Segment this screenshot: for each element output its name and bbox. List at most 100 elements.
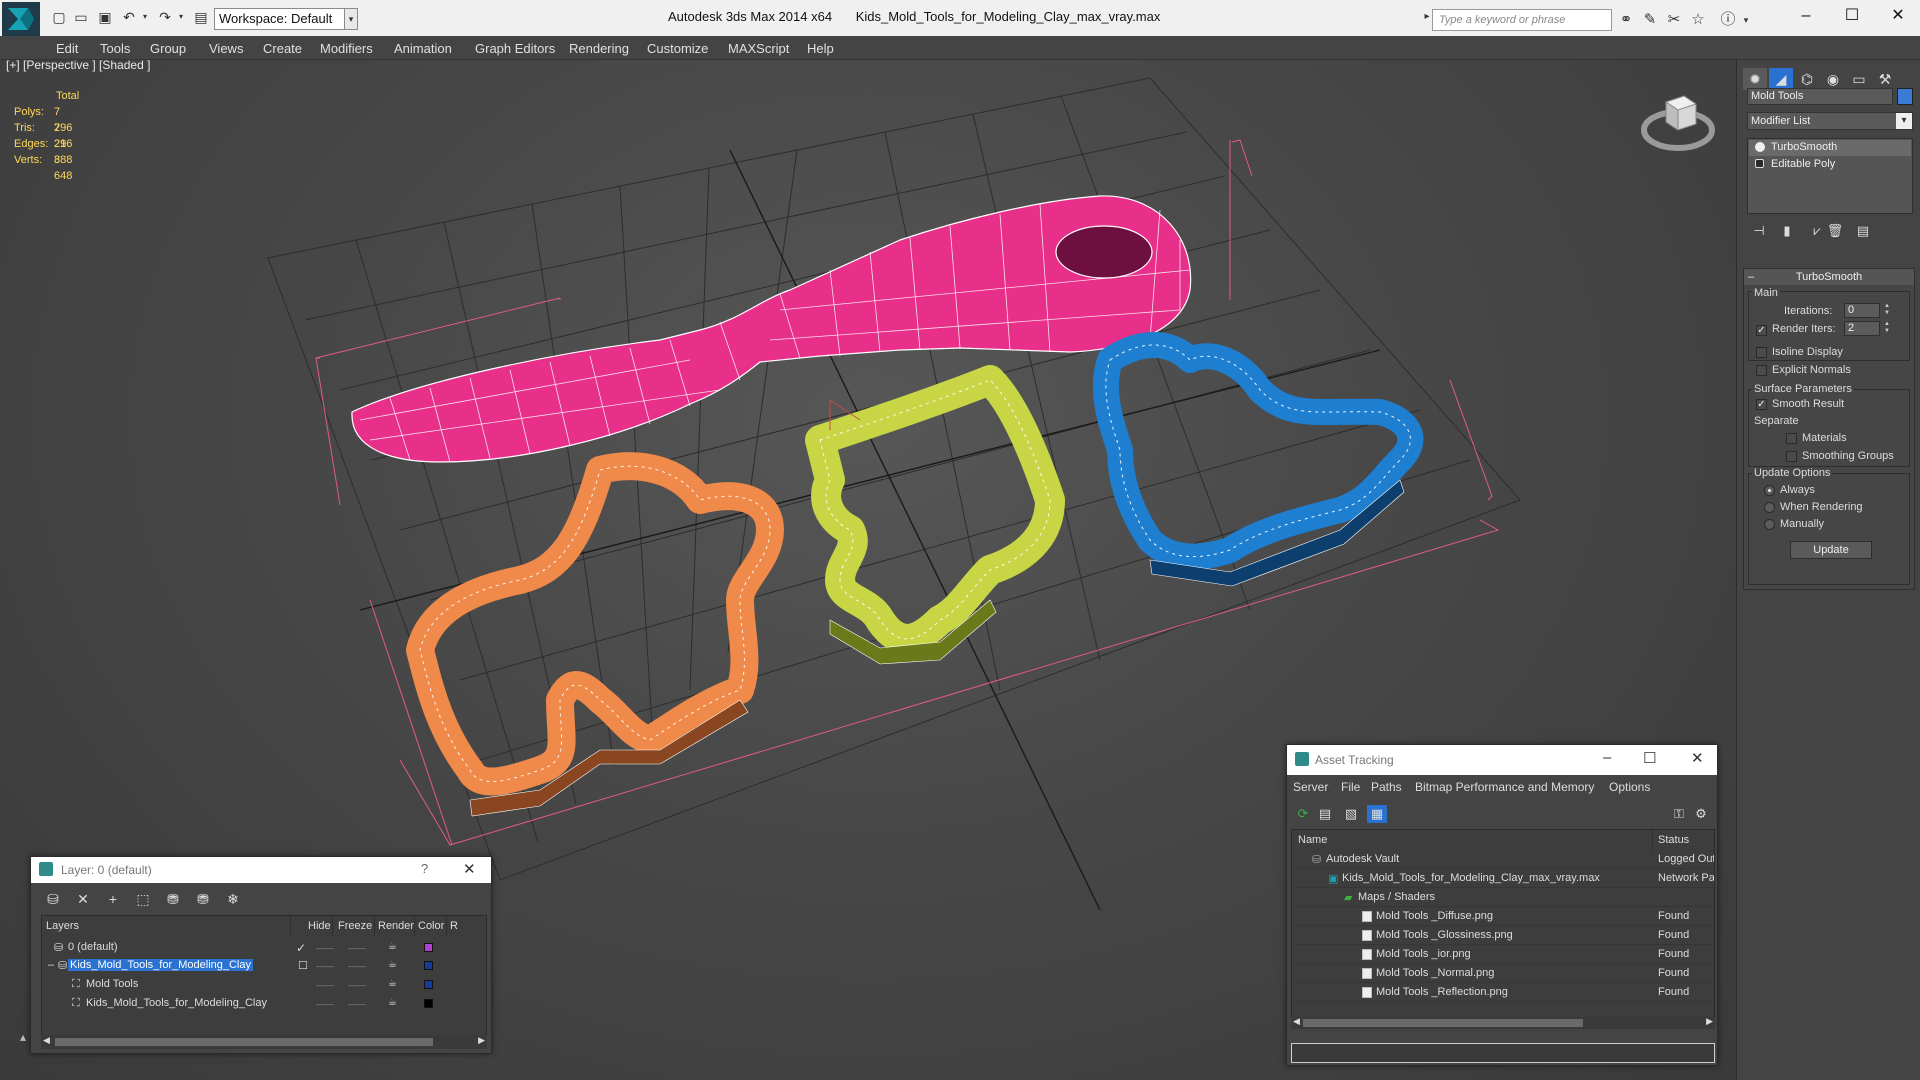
hide-toggle[interactable]: ——	[316, 999, 334, 1009]
object-name-field[interactable]: Mold Tools	[1747, 88, 1893, 105]
vault-settings-icon[interactable]: ⚙	[1691, 805, 1711, 823]
asset-row[interactable]: ▰ Maps / Shaders	[1292, 888, 1714, 907]
iterations-spinner[interactable]: ▲ ▼	[1882, 303, 1892, 318]
column-radiosity[interactable]: R	[450, 920, 458, 932]
layer-color-swatch[interactable]	[424, 980, 433, 989]
render-iters-spinner[interactable]: ▲ ▼	[1882, 321, 1892, 336]
horizontal-scrollbar[interactable]: ◀ ▶	[41, 1035, 487, 1049]
smoothing-groups-checkbox[interactable]	[1786, 451, 1797, 462]
minimize-icon[interactable]: –	[1792, 4, 1820, 28]
freeze-toggle[interactable]: ——	[348, 961, 366, 971]
stack-item-turbosmooth[interactable]: TurboSmooth	[1749, 140, 1911, 156]
table-view-icon[interactable]: ▦	[1367, 805, 1387, 823]
menu-group[interactable]: Group	[150, 41, 186, 56]
menu-edit[interactable]: Edit	[56, 41, 78, 56]
vault-login-icon[interactable]: ⚿	[1669, 805, 1689, 823]
render-teapot-icon[interactable]: ☕	[388, 978, 397, 989]
render-iters-input[interactable]: 2	[1844, 321, 1880, 336]
render-teapot-icon[interactable]: ☕	[388, 997, 397, 1008]
menu-bitmap-performance[interactable]: Bitmap Performance and Memory	[1415, 780, 1594, 794]
create-tab-icon[interactable]: ✹	[1743, 68, 1767, 90]
freeze-all-layers-icon[interactable]: ❄	[223, 889, 243, 909]
column-name[interactable]: Name	[1298, 834, 1327, 846]
column-color[interactable]: Color	[418, 920, 444, 932]
highlight-layer-icon[interactable]: ⛃	[163, 889, 183, 909]
render-iters-checkbox[interactable]: ✓	[1756, 325, 1767, 336]
menu-help[interactable]: Help	[807, 41, 834, 56]
motion-tab-icon[interactable]: ◉	[1821, 68, 1845, 90]
asset-row[interactable]: Mold Tools _Diffuse.png Found	[1292, 907, 1714, 926]
freeze-toggle[interactable]: ——	[348, 943, 366, 953]
always-radio[interactable]	[1764, 485, 1775, 496]
hierarchy-tab-icon[interactable]: ⌬	[1795, 68, 1819, 90]
close-icon[interactable]: ✕	[1884, 4, 1912, 28]
hide-toggle[interactable]: ——	[316, 961, 334, 971]
display-tab-icon[interactable]: ▭	[1847, 68, 1871, 90]
help-dropdown-icon[interactable]: ▾	[1736, 10, 1756, 30]
layer-row[interactable]: ⛶ Mold Tools —— —— ☕	[42, 975, 486, 994]
scroll-left-icon[interactable]: ◀	[43, 1035, 50, 1046]
stack-item-editable-poly[interactable]: Editable Poly	[1749, 157, 1911, 173]
menu-animation[interactable]: Animation	[394, 41, 452, 56]
asset-dialog-titlebar[interactable]: Asset Tracking – ☐ ✕	[1287, 745, 1717, 775]
modify-tab-icon[interactable]: ◢	[1769, 68, 1793, 90]
menu-paths[interactable]: Paths	[1371, 780, 1402, 794]
tree-view-icon[interactable]: ▧	[1341, 805, 1361, 823]
iterations-input[interactable]: 0	[1844, 303, 1880, 318]
scroll-right-icon[interactable]: ▶	[478, 1035, 485, 1046]
menu-modifiers[interactable]: Modifiers	[320, 41, 373, 56]
explicit-normals-checkbox[interactable]	[1756, 365, 1767, 376]
column-status[interactable]: Status	[1658, 834, 1689, 846]
object-color-swatch[interactable]	[1897, 88, 1913, 105]
configure-sets-icon[interactable]: ▤	[1853, 223, 1873, 241]
minimize-icon[interactable]: –	[1603, 749, 1611, 766]
manually-radio[interactable]	[1764, 519, 1775, 530]
menu-graph-editors[interactable]: Graph Editors	[475, 41, 555, 56]
layer-dialog-titlebar[interactable]: Layer: 0 (default) ? ✕	[31, 857, 491, 883]
smooth-result-checkbox[interactable]: ✓	[1756, 399, 1767, 410]
refresh-icon[interactable]: ⟳	[1293, 805, 1313, 823]
viewport-label[interactable]: [+] [Perspective ] [Shaded ]	[6, 60, 150, 72]
pin-stack-icon[interactable]: ⊣	[1749, 223, 1769, 241]
column-layers[interactable]: Layers	[46, 920, 79, 932]
search-input[interactable]: Type a keyword or phrase	[1432, 9, 1612, 31]
hide-toggle[interactable]: ——	[316, 943, 334, 953]
hide-all-layers-icon[interactable]: ⛃	[193, 889, 213, 909]
layer-color-swatch[interactable]	[424, 961, 433, 970]
make-unique-icon[interactable]: ⩗	[1807, 223, 1827, 241]
menu-views[interactable]: Views	[209, 41, 243, 56]
help-icon[interactable]: ?	[421, 861, 428, 876]
project-folder-icon[interactable]: ▤	[192, 9, 210, 25]
layer-color-swatch[interactable]	[424, 999, 433, 1008]
add-to-layer-icon[interactable]: +	[103, 889, 123, 909]
freeze-toggle[interactable]: ——	[348, 999, 366, 1009]
menu-rendering[interactable]: Rendering	[569, 41, 629, 56]
star-icon[interactable]: ☆	[1688, 10, 1708, 30]
lightbulb-icon[interactable]	[1755, 142, 1765, 152]
column-render[interactable]: Render	[378, 920, 414, 932]
layer-row[interactable]: ⛁ 0 (default) ✓ —— —— ☕	[42, 938, 486, 957]
menu-file[interactable]: File	[1341, 780, 1360, 794]
scroll-left-icon[interactable]: ◀	[1293, 1016, 1300, 1027]
isoline-display-checkbox[interactable]	[1756, 347, 1767, 358]
help-icon[interactable]: ⓘ	[1718, 10, 1738, 30]
show-end-result-icon[interactable]: ▮	[1777, 223, 1797, 241]
materials-checkbox[interactable]	[1786, 433, 1797, 444]
expand-icon[interactable]	[1755, 159, 1764, 168]
app-logo-button[interactable]	[2, 2, 40, 36]
set-active-checkbox-icon[interactable]: ☐	[296, 959, 310, 972]
viewcube-icon[interactable]	[1640, 84, 1716, 156]
maximize-icon[interactable]: ☐	[1643, 749, 1656, 767]
asset-row[interactable]: Mold Tools _Glossiness.png Found	[1292, 926, 1714, 945]
layer-row[interactable]: ⛶ Kids_Mold_Tools_for_Modeling_Clay —— —…	[42, 994, 486, 1013]
undo-dropdown-icon[interactable]: ▾	[136, 9, 154, 25]
column-freeze[interactable]: Freeze	[338, 920, 372, 932]
asset-row[interactable]: ⛁ Autodesk Vault Logged Out	[1292, 850, 1714, 869]
scrollbar-thumb[interactable]	[1303, 1019, 1583, 1027]
create-layer-icon[interactable]: ⛁	[43, 889, 63, 909]
modifier-list-dropdown[interactable]: Modifier List ▾	[1747, 112, 1913, 130]
layer-color-swatch[interactable]	[424, 943, 433, 952]
freeze-toggle[interactable]: ——	[348, 980, 366, 990]
render-teapot-icon[interactable]: ☕	[388, 941, 397, 952]
delete-layer-icon[interactable]: ✕	[73, 889, 93, 909]
